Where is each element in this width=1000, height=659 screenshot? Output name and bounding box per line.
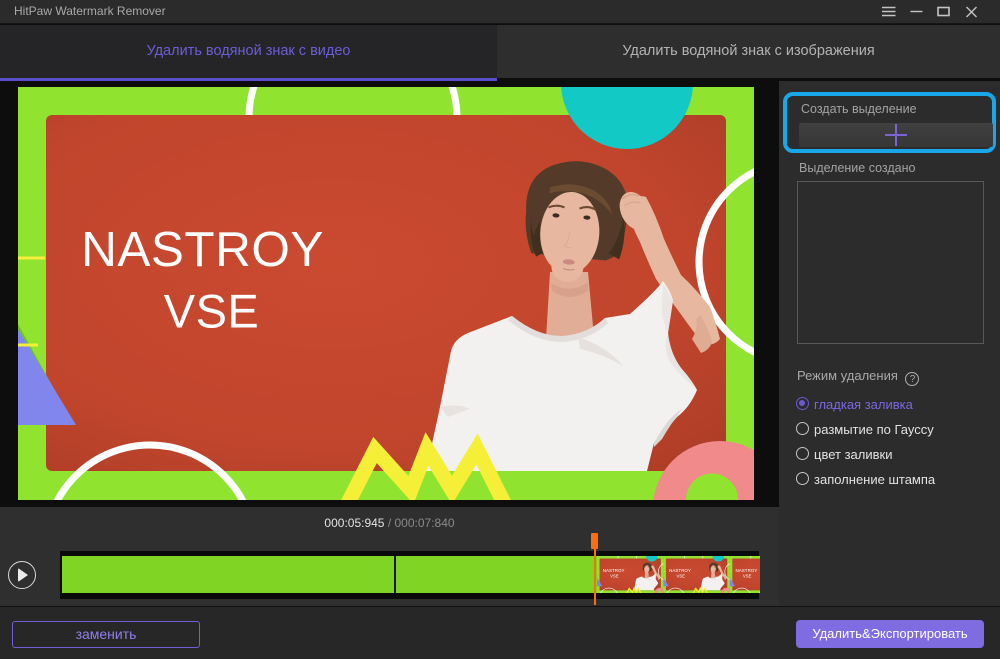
svg-text:NASTROY: NASTROY	[81, 222, 324, 277]
svg-text:VSE: VSE	[164, 285, 260, 338]
